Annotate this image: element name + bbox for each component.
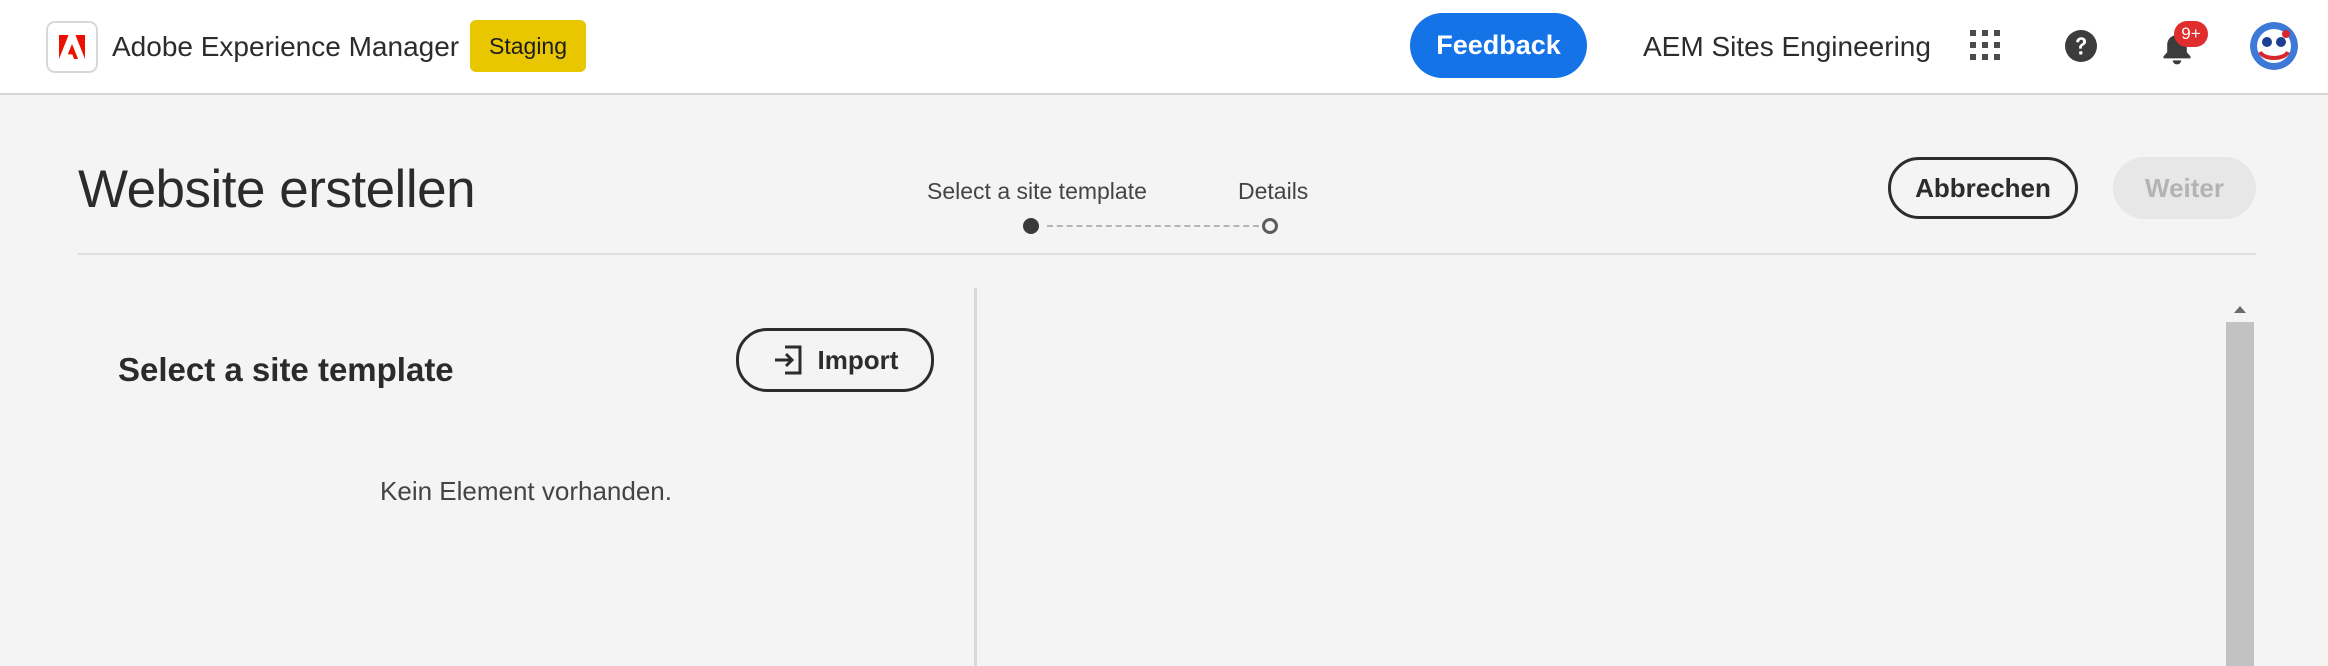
page-title: Website erstellen: [78, 160, 476, 219]
avatar[interactable]: [2250, 22, 2298, 70]
feedback-button[interactable]: Feedback: [1410, 13, 1587, 78]
environment-badge: Staging: [470, 20, 587, 72]
step-connector: [1047, 225, 1259, 227]
next-button[interactable]: Weiter: [2113, 157, 2256, 219]
empty-state-message: Kein Element vorhanden.: [380, 476, 672, 506]
scrollbar-thumb[interactable]: [2226, 322, 2254, 666]
panel-divider: [974, 288, 977, 666]
import-icon: [772, 344, 804, 376]
help-icon[interactable]: [2062, 27, 2100, 65]
org-switcher[interactable]: AEM Sites Engineering: [1643, 30, 1931, 64]
cancel-button[interactable]: Abbrechen: [1888, 157, 2078, 219]
top-header-bar: Adobe Experience Manager Staging Feedbac…: [0, 0, 2328, 95]
app-grid-icon[interactable]: [1965, 25, 2005, 65]
scroll-up-arrow-icon[interactable]: [2226, 298, 2254, 320]
adobe-logo-icon[interactable]: [46, 21, 98, 73]
app-title[interactable]: Adobe Experience Manager: [112, 30, 459, 64]
heading-divider: [78, 253, 2256, 255]
step-indicator-active: [1023, 218, 1039, 234]
panel-title: Select a site template: [118, 351, 454, 388]
import-button[interactable]: Import: [736, 328, 934, 392]
import-button-label: Import: [817, 344, 899, 375]
notification-count-badge: 9+: [2174, 21, 2208, 47]
step-label-details: Details: [1238, 178, 1309, 204]
step-label-template: Select a site template: [927, 178, 1147, 204]
step-indicator-pending: [1262, 218, 1278, 234]
